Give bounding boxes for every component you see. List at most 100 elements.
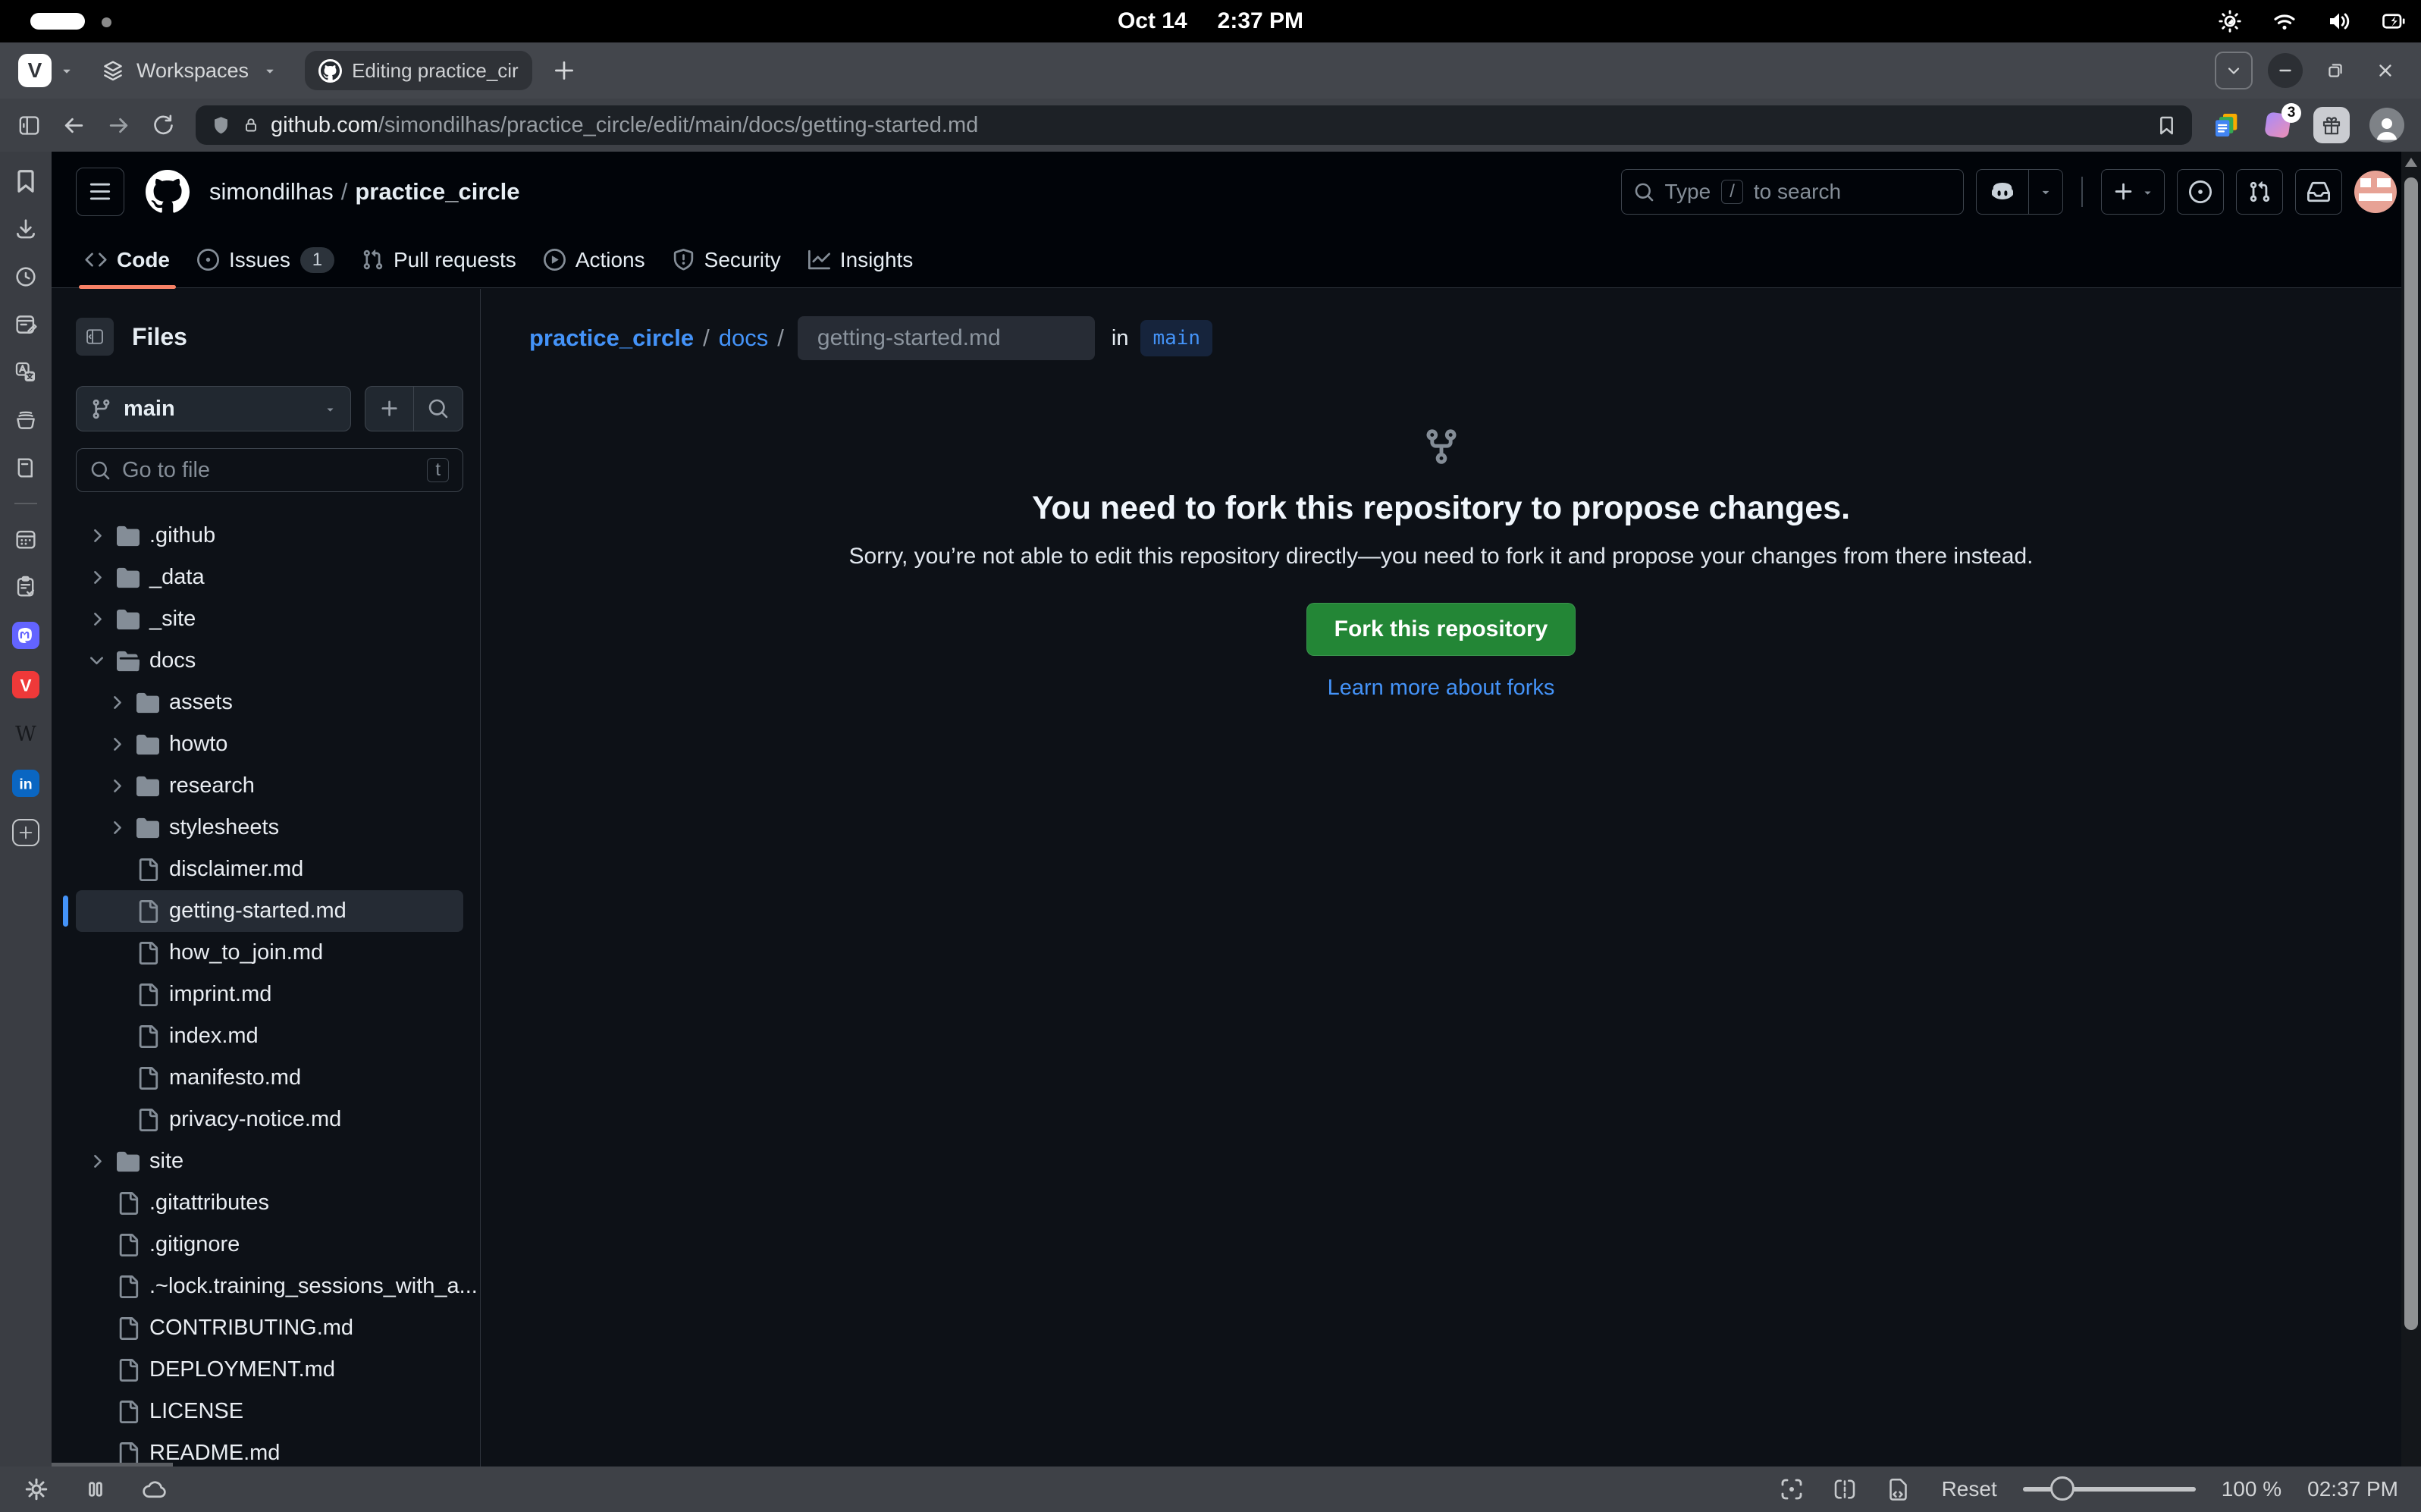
go-to-file-input[interactable]: Go to file t (76, 448, 463, 492)
tree-item-stylesheets[interactable]: stylesheets (76, 807, 463, 849)
hamburger-menu-button[interactable] (76, 168, 124, 216)
learn-more-forks-link[interactable]: Learn more about forks (481, 676, 2401, 701)
scrollbar-up-arrow[interactable] (2405, 158, 2417, 167)
user-avatar[interactable] (2354, 171, 2397, 213)
zoom-reset-button[interactable]: Reset (1942, 1477, 1997, 1501)
tree-item-how-to-join-md[interactable]: how_to_join.md (76, 932, 463, 974)
tree-item--lock-training-sessions-with-a-[interactable]: .~lock.training_sessions_with_a... (76, 1266, 463, 1307)
vivaldi-menu-button[interactable]: V (18, 54, 52, 87)
new-file-button[interactable] (365, 386, 415, 431)
tree-item--gitattributes[interactable]: .gitattributes (76, 1182, 463, 1224)
branch-selector[interactable]: main (76, 386, 351, 431)
tiling-icon[interactable] (1831, 1476, 1858, 1503)
scrollbar-thumb[interactable] (2404, 177, 2418, 1330)
workspaces-button[interactable]: Workspaces (100, 58, 278, 83)
issues-dashboard-button[interactable] (2177, 169, 2224, 215)
add-web-panel-button[interactable] (12, 819, 39, 846)
reader-panel-icon[interactable] (13, 455, 39, 481)
tree-item-contributing-md[interactable]: CONTRIBUTING.md (76, 1307, 463, 1349)
vivaldi-icon[interactable]: V (12, 671, 39, 698)
tree-item--site[interactable]: _site (76, 598, 463, 640)
repo-tab-insights[interactable]: Insights (795, 232, 927, 287)
inbox-button[interactable] (2295, 169, 2342, 215)
tree-item-index-md[interactable]: index.md (76, 1015, 463, 1057)
reading-list-panel-icon[interactable] (13, 407, 39, 433)
zoom-slider[interactable] (2023, 1476, 2196, 1503)
gift-icon[interactable] (2313, 107, 2350, 143)
history-panel-icon[interactable] (13, 264, 39, 290)
vertical-scrollbar[interactable] (2401, 152, 2421, 1467)
tree-item-docs[interactable]: docs (76, 640, 463, 682)
wikipedia-icon[interactable]: W (12, 720, 39, 748)
breadcrumb-dir-link[interactable]: docs (719, 325, 768, 352)
tree-item-imprint-md[interactable]: imprint.md (76, 974, 463, 1015)
repo-tab-code[interactable]: Code (71, 232, 183, 287)
repo-tab-security[interactable]: Security (659, 232, 795, 287)
tree-item-disclaimer-md[interactable]: disclaimer.md (76, 849, 463, 890)
repo-owner-link[interactable]: simondilhas (209, 178, 334, 205)
global-search-input[interactable]: Type / to search (1621, 169, 1964, 215)
pull-requests-dashboard-button[interactable] (2236, 169, 2283, 215)
copilot-icon[interactable] (1977, 170, 2028, 214)
create-new-button[interactable] (2101, 169, 2165, 215)
tree-item-privacy-notice-md[interactable]: privacy-notice.md (76, 1099, 463, 1140)
repo-tab-issues[interactable]: Issues 1 (183, 232, 348, 287)
forward-button[interactable] (106, 113, 131, 138)
repo-tab-actions[interactable]: Actions (530, 232, 659, 287)
tree-item-research[interactable]: research (76, 765, 463, 807)
repo-name-link[interactable]: practice_circle (355, 178, 519, 205)
tree-item-deployment-md[interactable]: DEPLOYMENT.md (76, 1349, 463, 1391)
downloads-panel-icon[interactable] (13, 216, 39, 242)
url-field[interactable]: github.com/simondilhas/practice_circle/e… (196, 105, 2192, 145)
close-button[interactable] (2368, 53, 2403, 88)
breadcrumb-repo-link[interactable]: practice_circle (529, 325, 694, 352)
browser-tab-active[interactable]: Editing practice_circle/docs (305, 51, 532, 90)
repo-tab-pull-requests[interactable]: Pull requests (348, 232, 530, 287)
search-files-button[interactable] (413, 386, 463, 431)
mastodon-icon[interactable] (12, 622, 39, 649)
tasks-panel-icon[interactable] (13, 574, 39, 600)
tree-item-howto[interactable]: howto (76, 723, 463, 765)
tree-item--gitignore[interactable]: .gitignore (76, 1224, 463, 1266)
github-logo-icon[interactable] (146, 170, 190, 214)
minimize-button[interactable] (2268, 53, 2303, 88)
tree-item--github[interactable]: .github (76, 515, 463, 557)
tree-item--data[interactable]: _data (76, 557, 463, 598)
browser-profile-avatar[interactable] (2369, 108, 2404, 143)
tree-item-license[interactable]: LICENSE (76, 1391, 463, 1432)
notes-panel-icon[interactable] (13, 312, 39, 337)
volume-icon[interactable] (2325, 8, 2353, 35)
tree-item-assets[interactable]: assets (76, 682, 463, 723)
calendar-panel-icon[interactable] (13, 526, 39, 552)
linkedin-icon[interactable]: in (12, 770, 39, 797)
tree-item-site[interactable]: site (76, 1140, 463, 1182)
copilot-caret-icon[interactable] (2029, 170, 2062, 214)
settings-gear-icon[interactable] (23, 1476, 50, 1503)
translate-panel-icon[interactable] (13, 359, 39, 385)
capture-icon[interactable] (1778, 1476, 1805, 1503)
filename-input[interactable]: getting-started.md (798, 316, 1095, 360)
copilot-button[interactable] (1976, 169, 2064, 215)
app-menu-pill[interactable] (30, 13, 85, 30)
tracker-shield-icon[interactable] (211, 115, 231, 136)
tab-overview-button[interactable] (2215, 52, 2253, 89)
collapse-file-tree-button[interactable] (76, 318, 114, 356)
bookmark-page-icon[interactable] (2156, 115, 2177, 136)
fork-repository-button[interactable]: Fork this repository (1306, 603, 1576, 656)
restore-button[interactable] (2318, 53, 2353, 88)
page-actions-icon[interactable] (1884, 1476, 1911, 1503)
back-button[interactable] (61, 113, 86, 138)
brightness-icon[interactable] (2216, 8, 2244, 35)
tree-item-manifesto-md[interactable]: manifesto.md (76, 1057, 463, 1099)
new-tab-button[interactable] (552, 58, 576, 83)
docs-extension-icon[interactable] (2212, 110, 2242, 140)
zoom-slider-knob[interactable] (2050, 1476, 2074, 1501)
sync-cloud-icon[interactable] (141, 1476, 168, 1503)
panel-toggle-icon[interactable] (17, 113, 42, 138)
reload-button[interactable] (151, 113, 176, 138)
pause-icon[interactable] (82, 1476, 109, 1503)
vivaldi-menu-caret-icon[interactable] (59, 63, 74, 78)
extension-icon[interactable]: 3 (2262, 109, 2294, 141)
bookmarks-panel-icon[interactable] (13, 168, 39, 194)
tree-item-getting-started-md[interactable]: getting-started.md (76, 890, 463, 932)
